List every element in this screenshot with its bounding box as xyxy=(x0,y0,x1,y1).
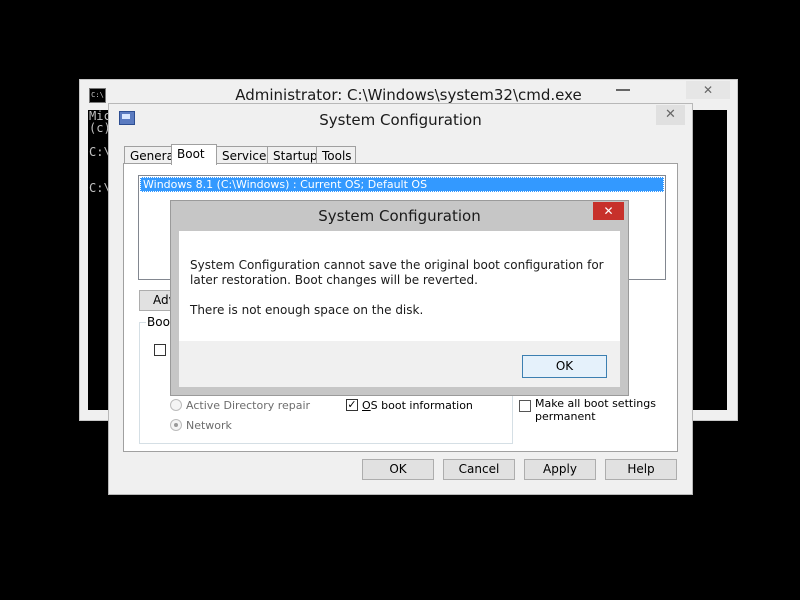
network-label: Network xyxy=(186,419,232,432)
dialog-message: System Configuration cannot save the ori… xyxy=(190,258,610,333)
make-permanent-label-line1: Make all boot settings xyxy=(535,397,656,410)
active-directory-repair-label: Active Directory repair xyxy=(186,399,311,412)
active-directory-repair-radio[interactable] xyxy=(170,399,182,411)
cmd-minimize-button[interactable] xyxy=(616,89,630,91)
dialog-close-button[interactable]: ✕ xyxy=(593,202,624,220)
help-button[interactable]: Help xyxy=(605,459,677,480)
tab-services[interactable]: Services xyxy=(216,146,273,164)
msconfig-close-button[interactable]: ✕ xyxy=(656,105,685,125)
os-boot-information-label: OS boot information xyxy=(362,399,473,412)
dialog-footer: OK xyxy=(179,341,620,387)
boot-os-item-selected[interactable]: Windows 8.1 (C:\Windows) : Current OS; D… xyxy=(140,177,664,192)
tab-boot[interactable]: Boot xyxy=(171,144,217,165)
dialog-message-line1: System Configuration cannot save the ori… xyxy=(190,258,604,287)
error-dialog[interactable]: System Configuration ✕ System Configurat… xyxy=(170,200,629,396)
os-boot-information-mnemonic: O xyxy=(362,399,371,412)
make-permanent-label-line2: permanent xyxy=(535,410,596,423)
dialog-message-line2: There is not enough space on the disk. xyxy=(190,303,424,317)
ok-button[interactable]: OK xyxy=(362,459,434,480)
dialog-title: System Configuration xyxy=(318,207,481,225)
tab-startup[interactable]: Startup xyxy=(267,146,318,164)
safe-boot-checkbox[interactable] xyxy=(154,344,166,356)
cmd-icon: C:\ xyxy=(89,88,106,103)
os-boot-information-rest: S boot information xyxy=(370,399,473,412)
msconfig-title: System Configuration xyxy=(319,111,482,129)
make-permanent-checkbox[interactable] xyxy=(519,400,531,412)
apply-button[interactable]: Apply xyxy=(524,459,596,480)
make-permanent-label: Make all boot settings permanent xyxy=(535,397,656,423)
tab-tools[interactable]: Tools xyxy=(316,146,356,164)
cmd-close-button[interactable]: ✕ xyxy=(686,81,730,99)
dialog-client: System Configuration cannot save the ori… xyxy=(179,231,620,387)
tab-general[interactable]: General xyxy=(124,146,177,164)
dialog-ok-button[interactable]: OK xyxy=(522,355,607,378)
cancel-button[interactable]: Cancel xyxy=(443,459,515,480)
os-boot-information-checkbox[interactable]: ✓ xyxy=(346,399,358,411)
network-radio[interactable] xyxy=(170,419,182,431)
